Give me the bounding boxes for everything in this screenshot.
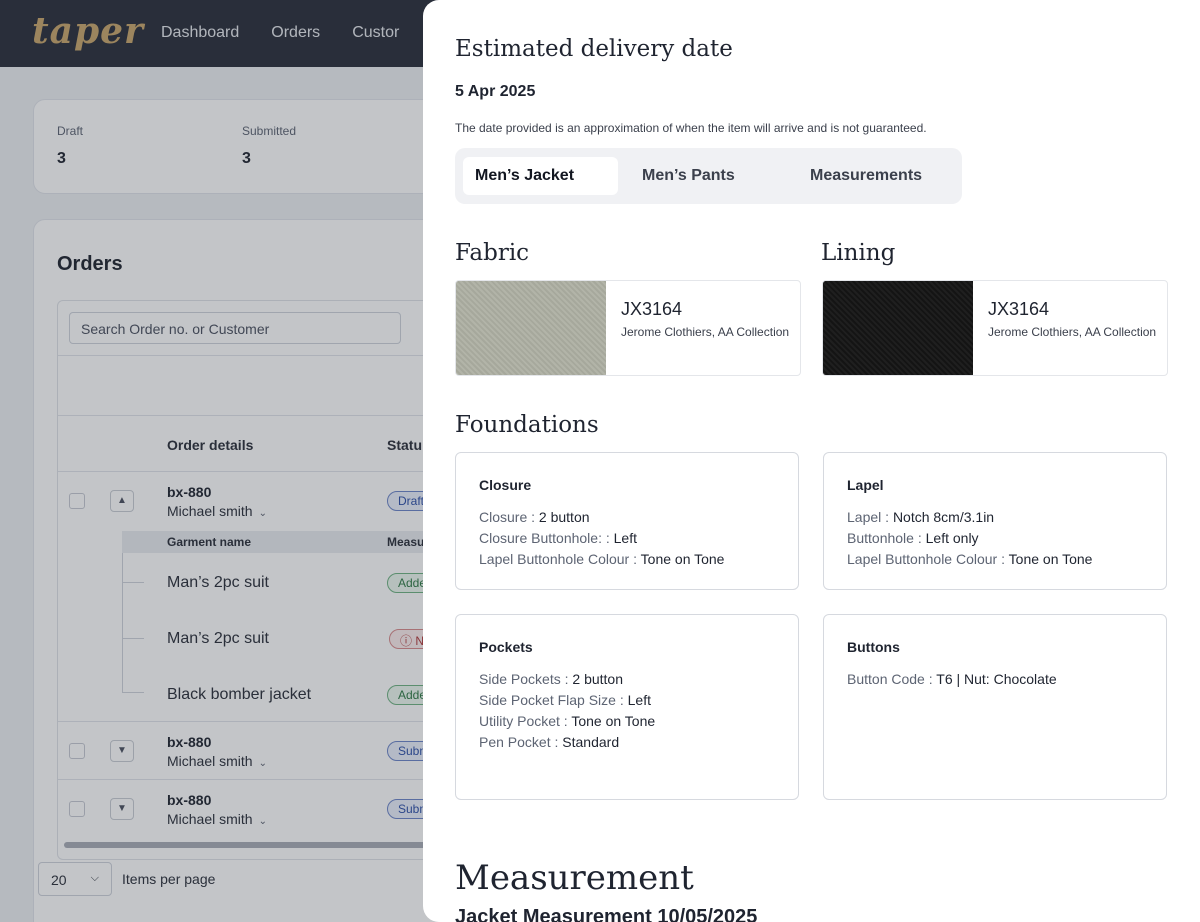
spec-key: Lapel Buttonhole Colour <box>479 551 630 567</box>
card-title: Lapel <box>847 477 884 493</box>
lapel-card: Lapel Lapel : Notch 8cm/3.1in Buttonhole… <box>823 452 1167 590</box>
lining-collection: Jerome Clothiers, AA Collection <box>988 325 1157 339</box>
fabric-code: JX3164 <box>621 299 683 319</box>
spec-value: Tone on Tone <box>640 551 725 567</box>
spec-row: Closure : 2 button <box>479 509 590 525</box>
tab-mens-pants[interactable]: Men’s Pants <box>630 157 747 195</box>
foundations-heading: Foundations <box>455 412 599 438</box>
spec-row: Buttonhole : Left only <box>847 530 979 546</box>
spec-key: Closure Buttonhole: <box>479 530 606 546</box>
spec-key: Buttonhole <box>847 530 914 546</box>
fabric-heading: Fabric <box>455 240 530 266</box>
spec-key: Lapel <box>847 509 882 525</box>
card-rows: Closure : 2 button Closure Buttonhole: :… <box>479 507 724 570</box>
card-title: Pockets <box>479 639 533 655</box>
closure-card: Closure Closure : 2 button Closure Butto… <box>455 452 799 590</box>
tab-mens-jacket[interactable]: Men’s Jacket <box>463 157 618 195</box>
spec-value: T6 | Nut: Chocolate <box>936 671 1057 687</box>
spec-value: Left only <box>925 530 979 546</box>
card-rows: Button Code : T6 | Nut: Chocolate <box>847 669 1057 690</box>
delivery-date: 5 Apr 2025 <box>455 83 536 100</box>
lining-card[interactable]: JX3164 Jerome Clothiers, AA Collection <box>822 280 1168 376</box>
delivery-title: Estimated delivery date <box>455 36 733 62</box>
tab-measurements[interactable]: Measurements <box>798 157 934 195</box>
spec-value: Tone on Tone <box>571 713 656 729</box>
measurement-heading: Measurement <box>455 858 694 898</box>
spec-value: Notch 8cm/3.1in <box>892 509 995 525</box>
spec-key: Button Code <box>847 671 925 687</box>
spec-key: Side Pockets <box>479 671 561 687</box>
spec-key: Utility Pocket <box>479 713 560 729</box>
fabric-collection: Jerome Clothiers, AA Collection <box>621 325 790 339</box>
card-title: Closure <box>479 477 532 493</box>
card-rows: Lapel : Notch 8cm/3.1in Buttonhole : Lef… <box>847 507 1092 570</box>
spec-row: Closure Buttonhole: : Left <box>479 530 637 546</box>
spec-key: Lapel Buttonhole Colour <box>847 551 998 567</box>
card-rows: Side Pockets : 2 button Side Pocket Flap… <box>479 669 655 753</box>
pockets-card: Pockets Side Pockets : 2 button Side Poc… <box>455 614 799 800</box>
measurement-subheading: Jacket Measurement 10/05/2025 <box>455 906 758 922</box>
spec-row: Side Pocket Flap Size : Left <box>479 692 651 708</box>
card-title: Buttons <box>847 639 900 655</box>
lining-heading: Lining <box>821 240 896 266</box>
garment-tabs: Men’s Jacket Men’s Pants Measurements <box>455 148 962 204</box>
fabric-swatch <box>456 281 606 375</box>
spec-row: Button Code : T6 | Nut: Chocolate <box>847 671 1057 687</box>
spec-row: Lapel : Notch 8cm/3.1in <box>847 509 995 525</box>
spec-value: Left <box>627 692 651 708</box>
spec-value: 2 button <box>538 509 590 525</box>
delivery-note: The date provided is an approximation of… <box>455 121 927 135</box>
spec-value: Standard <box>562 734 620 750</box>
spec-row: Utility Pocket : Tone on Tone <box>479 713 656 729</box>
buttons-card: Buttons Button Code : T6 | Nut: Chocolat… <box>823 614 1167 800</box>
spec-key: Side Pocket Flap Size <box>479 692 616 708</box>
spec-key: Closure <box>479 509 528 525</box>
spec-value: Left <box>613 530 637 546</box>
spec-row: Lapel Buttonhole Colour : Tone on Tone <box>479 551 725 567</box>
garment-details-drawer: Estimated delivery date 5 Apr 2025 The d… <box>423 0 1200 922</box>
spec-value: 2 button <box>572 671 623 687</box>
spec-value: Tone on Tone <box>1008 551 1093 567</box>
lining-code: JX3164 <box>988 299 1050 319</box>
fabric-card[interactable]: JX3164 Jerome Clothiers, AA Collection <box>455 280 801 376</box>
lining-swatch <box>823 281 973 375</box>
spec-row: Pen Pocket : Standard <box>479 734 620 750</box>
spec-key: Pen Pocket <box>479 734 551 750</box>
spec-row: Lapel Buttonhole Colour : Tone on Tone <box>847 551 1093 567</box>
spec-row: Side Pockets : 2 button <box>479 671 623 687</box>
